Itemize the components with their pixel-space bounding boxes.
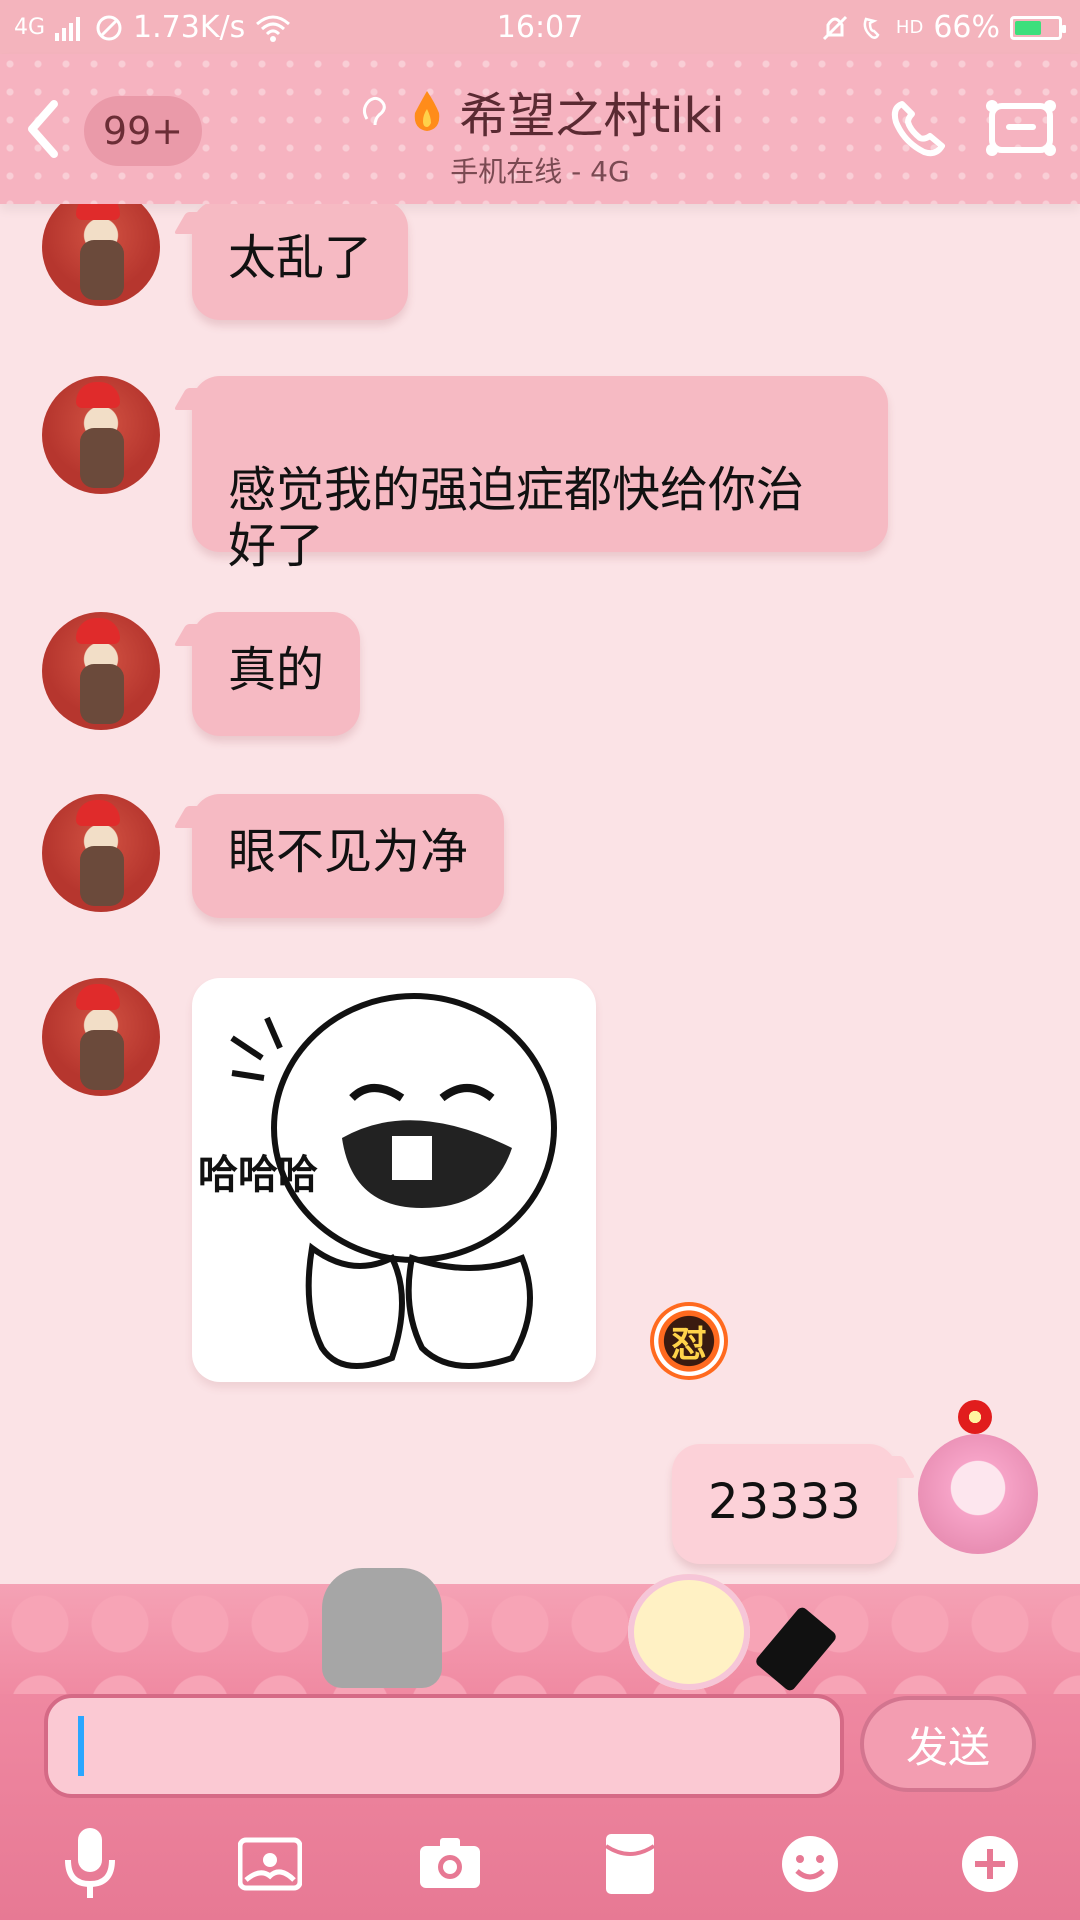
contact-avatar[interactable]	[42, 204, 160, 306]
sticker-message[interactable]: 哈哈哈	[192, 978, 596, 1382]
message-input[interactable]	[44, 1694, 844, 1798]
message-bubble[interactable]: 眼不见为净	[192, 794, 505, 918]
reaction-badge[interactable]: 怼	[650, 1302, 728, 1380]
send-button[interactable]: 发送	[860, 1696, 1036, 1792]
message-bubble[interactable]: 太乱了	[192, 204, 409, 320]
phone-call-icon[interactable]	[886, 96, 950, 160]
plus-icon[interactable]	[950, 1824, 1030, 1904]
hd-label: HD	[895, 17, 924, 38]
fire-icon	[415, 91, 440, 131]
battery-percent: 66%	[933, 10, 1000, 45]
cat-girl-character-icon	[628, 1574, 750, 1690]
microphone-icon[interactable]	[50, 1824, 130, 1904]
contact-avatar[interactable]	[42, 376, 160, 494]
grey-character-icon	[322, 1568, 442, 1688]
red-packet-icon[interactable]	[590, 1824, 670, 1904]
my-avatar[interactable]	[918, 1434, 1038, 1554]
image-icon[interactable]	[230, 1824, 310, 1904]
camera-icon[interactable]	[410, 1824, 490, 1904]
status-bar: 4G 1.73K/s 16:07 HD 66%	[0, 0, 1080, 54]
message-bubble[interactable]: 真的	[192, 612, 361, 736]
sticker-caption: 哈哈哈	[198, 1152, 318, 1198]
input-toolbar	[0, 1814, 1080, 1914]
chat-header: 99+ 希望之村tiki 手机在线 - 4G	[0, 54, 1080, 204]
message-bubble[interactable]: 感觉我的强迫症都快给你治 好了	[192, 376, 888, 574]
message-text: 眼不见为净	[228, 824, 469, 880]
message-text: 感觉我的强迫症都快给你治 好了	[228, 462, 805, 574]
input-bar: 发送	[0, 1694, 1080, 1920]
decorative-banner	[0, 1584, 1080, 1694]
message-text: 真的	[228, 642, 325, 698]
profile-menu-icon[interactable]	[984, 96, 1058, 160]
message-list[interactable]: 太乱了 感觉我的强迫症都快给你治 好了 真的 眼不见为净 哈哈哈 怼 23333	[0, 204, 1080, 1584]
contact-avatar[interactable]	[42, 978, 160, 1096]
chat-title: 希望之村tiki	[459, 88, 725, 144]
contact-avatar[interactable]	[42, 612, 160, 730]
flower-icon	[958, 1400, 992, 1434]
message-text: 23333	[708, 1474, 861, 1530]
mute-bell-icon	[822, 15, 847, 40]
ear-icon	[363, 96, 387, 126]
message-text: 太乱了	[228, 230, 373, 286]
my-message-bubble[interactable]: 23333	[672, 1444, 897, 1564]
status-right: HD 66%	[820, 10, 1066, 45]
battery-fill	[1015, 20, 1042, 35]
contact-avatar[interactable]	[42, 794, 160, 912]
emoji-icon[interactable]	[770, 1824, 850, 1904]
battery-icon	[1010, 15, 1066, 40]
text-caret	[78, 1716, 84, 1776]
